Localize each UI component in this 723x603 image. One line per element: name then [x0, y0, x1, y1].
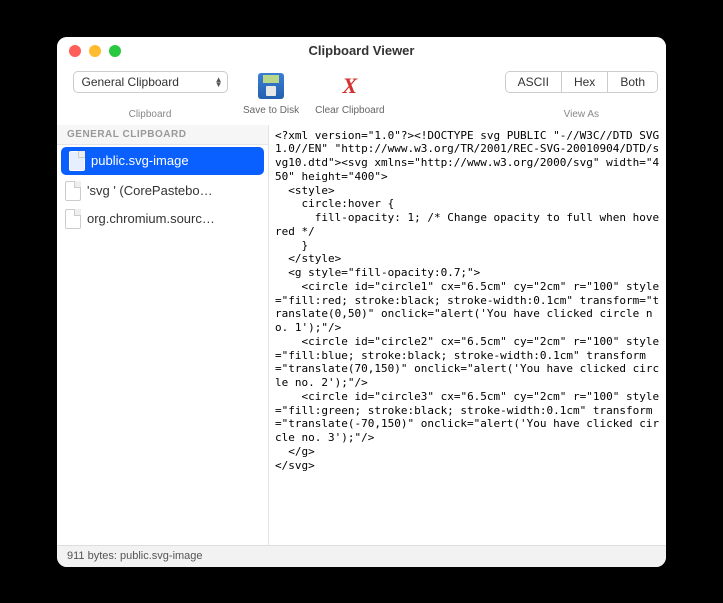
clear-clipboard-button[interactable]: X Clear Clipboard — [315, 71, 384, 116]
traffic-lights — [57, 45, 121, 57]
list-item-label: org.chromium.sourc… — [87, 211, 215, 226]
titlebar: Clipboard Viewer — [57, 37, 666, 65]
list-item[interactable]: org.chromium.sourc… — [57, 205, 268, 233]
x-icon: X — [343, 73, 358, 99]
sidebar: GENERAL CLIPBOARD public.svg-image 'svg … — [57, 125, 269, 545]
minimize-button[interactable] — [89, 45, 101, 57]
clipboard-dropdown-value: General Clipboard — [82, 75, 179, 89]
toolbar-viewas-section: ASCII Hex Both View As — [505, 71, 658, 120]
clipboard-dropdown[interactable]: General Clipboard ▲▼ — [73, 71, 228, 93]
save-button-label: Save to Disk — [243, 105, 299, 116]
list-item[interactable]: 'svg ' (CorePastebo… — [57, 177, 268, 205]
toolbar: General Clipboard ▲▼ Clipboard Save to D… — [57, 65, 666, 125]
clipboard-section-label: Clipboard — [129, 109, 172, 120]
maximize-button[interactable] — [109, 45, 121, 57]
status-bar: 911 bytes: public.svg-image — [57, 545, 666, 567]
save-to-disk-button[interactable]: Save to Disk — [243, 71, 299, 116]
content-pane[interactable]: <?xml version="1.0"?><!DOCTYPE svg PUBLI… — [269, 125, 666, 545]
list-item-label: public.svg-image — [91, 153, 189, 168]
document-icon — [69, 151, 85, 171]
window-title: Clipboard Viewer — [57, 43, 666, 58]
document-icon — [65, 181, 81, 201]
toolbar-clipboard-section: General Clipboard ▲▼ Clipboard — [65, 71, 235, 120]
window-body: GENERAL CLIPBOARD public.svg-image 'svg … — [57, 125, 666, 545]
sidebar-header: GENERAL CLIPBOARD — [57, 125, 268, 145]
document-icon — [65, 209, 81, 229]
list-item[interactable]: public.svg-image — [61, 147, 264, 175]
viewas-section-label: View As — [564, 109, 599, 120]
view-both-button[interactable]: Both — [608, 72, 657, 92]
status-text: 911 bytes: public.svg-image — [67, 550, 203, 562]
app-window: Clipboard Viewer General Clipboard ▲▼ Cl… — [57, 37, 666, 567]
floppy-disk-icon — [258, 73, 284, 99]
view-mode-segmented: ASCII Hex Both — [505, 71, 658, 93]
clipboard-content-text: <?xml version="1.0"?><!DOCTYPE svg PUBLI… — [275, 129, 660, 473]
clear-button-label: Clear Clipboard — [315, 105, 384, 116]
view-ascii-button[interactable]: ASCII — [506, 72, 562, 92]
list-item-label: 'svg ' (CorePastebo… — [87, 183, 213, 198]
chevron-updown-icon: ▲▼ — [215, 77, 223, 87]
view-hex-button[interactable]: Hex — [562, 72, 608, 92]
close-button[interactable] — [69, 45, 81, 57]
